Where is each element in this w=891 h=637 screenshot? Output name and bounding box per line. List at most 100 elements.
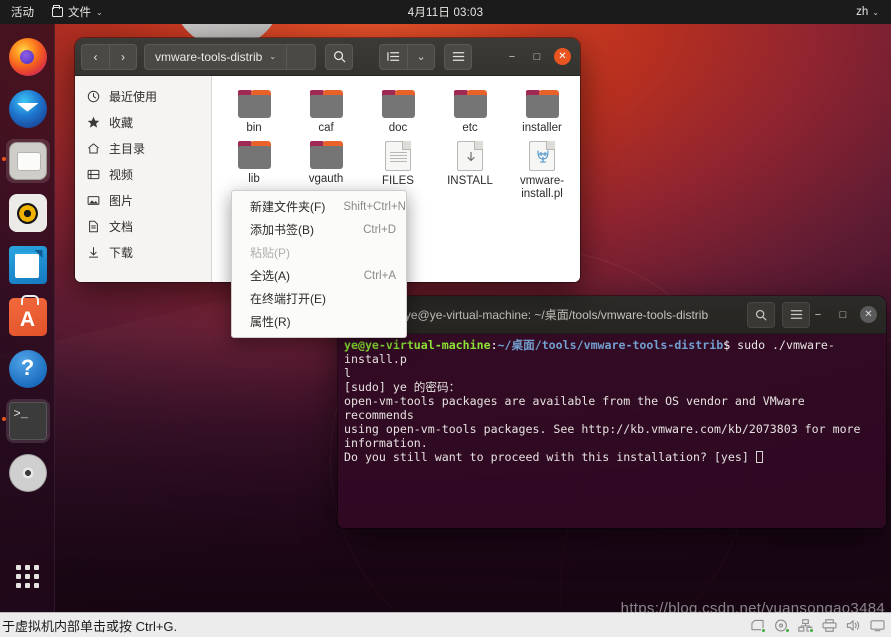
sidebar-item-downloads[interactable]: 下载 (75, 239, 211, 265)
menu-item-accel: Ctrl+D (363, 223, 396, 236)
dock-item-disc[interactable] (0, 447, 55, 499)
menu-item-paste: 粘贴(P) (232, 241, 406, 264)
file-item[interactable]: INSTALL (434, 137, 506, 201)
view-chevron-down-icon[interactable]: ⌄ (407, 43, 436, 70)
main-menu-button[interactable] (444, 43, 473, 70)
dock-item-thunderbird[interactable] (0, 83, 55, 135)
clock-icon (87, 90, 100, 103)
dock-item-help[interactable] (0, 343, 55, 395)
network-icon[interactable] (798, 618, 814, 633)
libreoffice-writer-icon (8, 246, 47, 284)
printer-icon[interactable] (822, 618, 837, 632)
file-grid: bin caf doc etc installer lib vgauth FIL… (218, 86, 580, 204)
vmware-status-message: 于虚拟机内部单击或按 Ctrl+G. (2, 618, 178, 634)
help-icon (8, 350, 47, 388)
folder-icon (309, 141, 343, 170)
file-name: vgauth (308, 173, 344, 186)
menu-item-select-all[interactable]: 全选(A) Ctrl+A (232, 264, 406, 287)
terminal-close-button[interactable]: ✕ (860, 306, 877, 323)
menu-item-add-bookmark[interactable]: 添加书签(B) Ctrl+D (232, 218, 406, 241)
sidebar-item-pictures[interactable]: 图片 (75, 187, 211, 213)
terminal-command-wrap: l (344, 366, 351, 380)
menu-item-label: 属性(R) (250, 315, 291, 329)
vmware-status-bar: 于虚拟机内部单击或按 Ctrl+G. (0, 612, 891, 637)
terminal-menu-button[interactable] (782, 301, 810, 328)
file-name: installer (522, 122, 562, 134)
menu-item-new-folder[interactable]: 新建文件夹(F) Shift+Ctrl+N (232, 195, 406, 218)
sidebar-item-label: 收藏 (109, 115, 134, 130)
sidebar: 最近使用 收藏 主目录 视频 图片 文档 下载 (75, 76, 212, 282)
clock[interactable]: 4月11日 03:03 (0, 4, 891, 20)
terminal-line: information. (344, 436, 428, 450)
context-menu: 新建文件夹(F) Shift+Ctrl+N 添加书签(B) Ctrl+D 粘贴(… (231, 190, 407, 338)
back-button[interactable]: ‹ (81, 43, 109, 70)
terminal-maximize-button[interactable]: □ (835, 307, 851, 323)
floppy-icon[interactable] (750, 619, 766, 633)
terminal-minimize-button[interactable]: − (810, 307, 826, 323)
menu-item-label: 全选(A) (250, 269, 290, 283)
text-file-icon (385, 141, 411, 172)
menu-item-open-in-terminal[interactable]: 在终端打开(E) (232, 287, 406, 310)
menu-item-accel: Ctrl+A (363, 269, 396, 282)
file-item[interactable]: etc (434, 86, 506, 135)
breadcrumb-label: vmware-tools-distrib (155, 49, 263, 64)
navigation-buttons: ‹ › (81, 43, 137, 70)
file-name: FILES (382, 175, 414, 188)
terminal-window[interactable]: ye@ye-virtual-machine: ~/桌面/tools/vmware… (338, 296, 886, 528)
show-applications-button[interactable] (0, 558, 55, 594)
display-icon[interactable] (870, 619, 885, 632)
maximize-button[interactable]: □ (529, 49, 545, 65)
list-view-icon[interactable] (379, 43, 408, 70)
terminal-line: using open-vm-tools packages. See http:/… (344, 422, 861, 436)
close-button[interactable]: ✕ (554, 48, 571, 65)
file-name: lib (248, 173, 260, 186)
minimize-button[interactable]: − (504, 49, 520, 65)
terminal-output[interactable]: ye@ye-virtual-machine:~/桌面/tools/vmware-… (338, 334, 886, 528)
input-source-label: zh (856, 6, 869, 18)
terminal-prompt-line: ye@ye-virtual-machine:~/桌面/tools/vmware-… (344, 338, 880, 366)
file-name: etc (462, 122, 478, 134)
menu-item-properties[interactable]: 属性(R) (232, 310, 406, 333)
sidebar-item-label: 主目录 (109, 141, 146, 156)
sidebar-item-documents[interactable]: 文档 (75, 213, 211, 239)
system-menu[interactable]: zh ⌄ (856, 6, 883, 18)
menu-item-accel: Shift+Ctrl+N (343, 200, 406, 213)
terminal-cursor (755, 451, 763, 463)
rhythmbox-icon (8, 194, 47, 232)
dock-item-ubuntu-software[interactable] (0, 291, 55, 343)
sidebar-item-label: 视频 (109, 167, 134, 182)
file-item[interactable]: doc (362, 86, 434, 135)
disc-icon[interactable] (774, 619, 790, 633)
sound-icon[interactable] (846, 619, 861, 632)
view-controls: ⌄ (379, 43, 436, 70)
file-manager-titlebar[interactable]: ‹ › vmware-tools-distrib ⌄ ⌄ − □ ✕ (75, 38, 580, 76)
file-item[interactable]: bin (218, 86, 290, 135)
document-icon (87, 220, 100, 233)
search-button[interactable] (325, 43, 354, 70)
dock-item-libreoffice-writer[interactable] (0, 239, 55, 291)
forward-button[interactable]: › (109, 43, 137, 70)
dock-item-firefox[interactable] (0, 31, 55, 83)
terminal-prompt-user: ye@ye-virtual-machine (344, 338, 491, 352)
dock-item-files[interactable] (0, 135, 55, 187)
folder-icon (309, 90, 343, 118)
file-item[interactable]: caf (290, 86, 362, 135)
file-item[interactable]: installer (506, 86, 578, 135)
terminal-line: [sudo] ye 的密码： (344, 380, 461, 394)
terminal-search-button[interactable] (747, 301, 775, 328)
dock-item-terminal[interactable] (0, 395, 55, 447)
file-name: caf (318, 122, 334, 134)
dock-item-rhythmbox[interactable] (0, 187, 55, 239)
folder-icon (237, 90, 271, 118)
terminal-titlebar[interactable]: ye@ye-virtual-machine: ~/桌面/tools/vmware… (338, 296, 886, 334)
sidebar-item-home[interactable]: 主目录 (75, 135, 211, 161)
terminal-prompt-sep: : (490, 338, 498, 352)
sidebar-item-recent[interactable]: 最近使用 (75, 83, 211, 109)
sidebar-item-starred[interactable]: 收藏 (75, 109, 211, 135)
file-name: bin (246, 122, 262, 134)
sidebar-item-videos[interactable]: 视频 (75, 161, 211, 187)
breadcrumb-segment[interactable]: vmware-tools-distrib ⌄ (144, 43, 287, 70)
menu-item-label: 添加书签(B) (250, 223, 314, 237)
sidebar-item-label: 文档 (109, 219, 134, 234)
file-item[interactable]: vmware-install.pl (506, 137, 578, 201)
